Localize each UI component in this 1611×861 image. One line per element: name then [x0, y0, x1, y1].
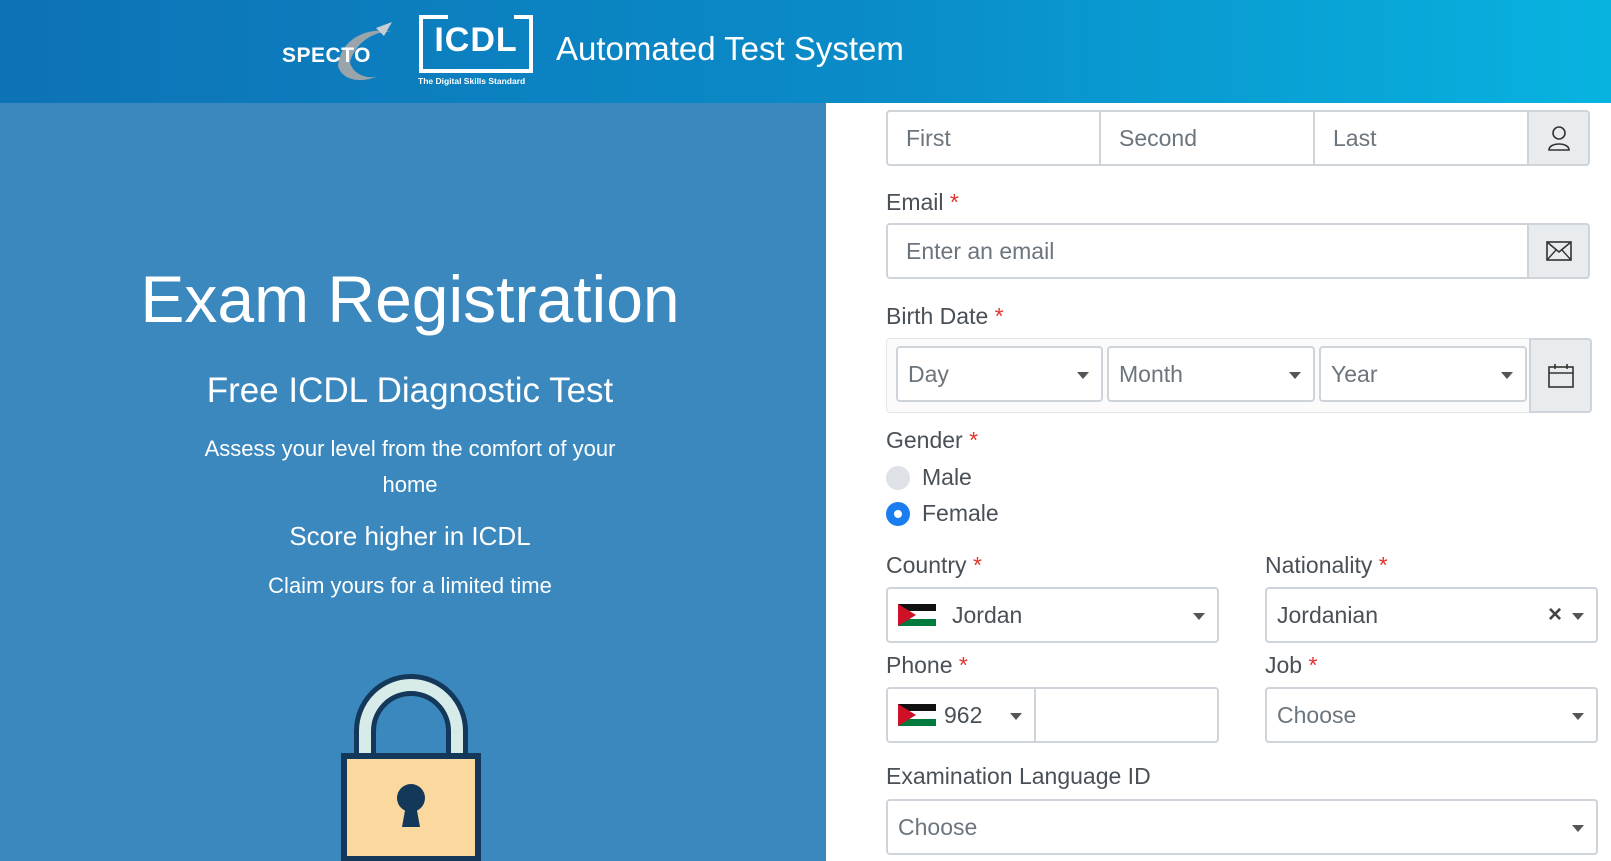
first-name-input[interactable]: First	[886, 110, 1101, 166]
specto-logo-text: SPECTO	[282, 44, 371, 67]
year-placeholder: Year	[1331, 360, 1378, 387]
phone-code-select[interactable]: 962	[886, 687, 1036, 743]
hero-subtitle: Free ICDL Diagnostic Test	[206, 371, 614, 410]
jordan-flag-icon	[898, 604, 936, 626]
second-name-input[interactable]: Second	[1099, 110, 1315, 166]
email-field[interactable]: Enter an email	[886, 223, 1529, 279]
app-title: Automated Test System	[556, 30, 904, 67]
day-placeholder: Day	[908, 360, 949, 387]
nationality-label: Nationality *	[1265, 552, 1388, 579]
gender-option-male[interactable]: Male	[886, 464, 972, 491]
chevron-down-icon	[1572, 613, 1584, 620]
job-select[interactable]: Choose	[1265, 687, 1598, 743]
calendar-addon[interactable]	[1529, 338, 1592, 413]
exam-language-placeholder: Choose	[898, 813, 978, 840]
chevron-down-icon	[1289, 372, 1301, 379]
country-select[interactable]: Jordan	[886, 587, 1219, 643]
icdl-tagline: The Digital Skills Standard	[418, 76, 526, 86]
exam-language-select[interactable]: Choose	[886, 799, 1598, 855]
required-marker: *	[1378, 552, 1388, 578]
last-name-input[interactable]: Last	[1313, 110, 1529, 166]
nationality-value: Jordanian	[1277, 601, 1379, 628]
gender-label-text: Gender	[886, 427, 963, 453]
required-marker: *	[949, 189, 959, 215]
birth-date-label: Birth Date *	[886, 303, 1004, 330]
exam-language-label-text: Examination Language ID	[886, 763, 1151, 789]
chevron-down-icon	[1010, 713, 1022, 720]
nationality-label-text: Nationality	[1265, 552, 1373, 578]
calendar-icon	[1547, 363, 1574, 388]
nationality-select[interactable]: Jordanian ×	[1265, 587, 1598, 643]
required-marker: *	[994, 303, 1004, 329]
country-value: Jordan	[952, 601, 1023, 628]
second-name-placeholder: Second	[1119, 124, 1198, 151]
chevron-down-icon	[1572, 713, 1584, 720]
email-placeholder: Enter an email	[906, 237, 1055, 264]
required-marker: *	[969, 427, 979, 453]
chevron-down-icon	[1077, 372, 1089, 379]
job-label: Job *	[1265, 652, 1317, 679]
phone-code-value: 962	[944, 701, 983, 728]
male-radio[interactable]	[886, 465, 910, 490]
clear-icon[interactable]: ×	[1548, 601, 1562, 629]
last-name-placeholder: Last	[1333, 124, 1377, 151]
top-header: SPECTO ICDL The Digital Skills Standard …	[0, 0, 1611, 103]
birth-date-label-text: Birth Date	[886, 303, 989, 329]
country-label-text: Country	[886, 552, 967, 578]
email-addon	[1527, 223, 1590, 279]
country-label: Country *	[886, 552, 982, 579]
day-select[interactable]: Day	[896, 346, 1103, 402]
envelope-icon	[1545, 241, 1572, 261]
name-addon	[1527, 110, 1590, 166]
required-marker: *	[958, 652, 968, 678]
gender-option-female[interactable]: Female	[886, 500, 999, 527]
female-radio-label: Female	[922, 500, 999, 526]
job-label-text: Job	[1265, 652, 1303, 678]
phone-label-text: Phone	[886, 652, 953, 678]
jordan-flag-icon	[898, 704, 936, 726]
phone-label: Phone *	[886, 652, 968, 679]
female-radio[interactable]	[886, 501, 910, 526]
page-title: Exam Registration	[140, 262, 680, 336]
icdl-logo: ICDL	[418, 14, 534, 74]
email-label: Email *	[886, 189, 959, 216]
hero-description: Assess your level from the comfort of yo…	[204, 436, 616, 497]
hero-headline: Score higher in ICDL	[289, 521, 531, 551]
email-label-text: Email	[886, 189, 944, 215]
user-icon	[1547, 126, 1570, 151]
phone-number-input[interactable]	[1034, 687, 1219, 743]
year-select[interactable]: Year	[1319, 346, 1527, 402]
gender-label: Gender *	[886, 427, 978, 454]
month-select[interactable]: Month	[1107, 346, 1315, 402]
first-name-placeholder: First	[906, 124, 951, 151]
male-radio-label: Male	[922, 464, 972, 490]
required-marker: *	[972, 552, 982, 578]
job-placeholder: Choose	[1277, 701, 1357, 728]
lock-icon	[341, 674, 481, 861]
exam-language-label: Examination Language ID	[886, 763, 1151, 790]
hero-tagline: Claim yours for a limited time	[268, 573, 552, 598]
required-marker: *	[1308, 652, 1318, 678]
chevron-down-icon	[1193, 613, 1205, 620]
specto-logo: SPECTO	[280, 18, 400, 82]
hero-panel: Exam Registration Free ICDL Diagnostic T…	[0, 103, 826, 861]
month-placeholder: Month	[1119, 360, 1183, 387]
chevron-down-icon	[1501, 372, 1513, 379]
icdl-logo-text: ICDL	[434, 21, 518, 59]
chevron-down-icon	[1572, 825, 1584, 832]
